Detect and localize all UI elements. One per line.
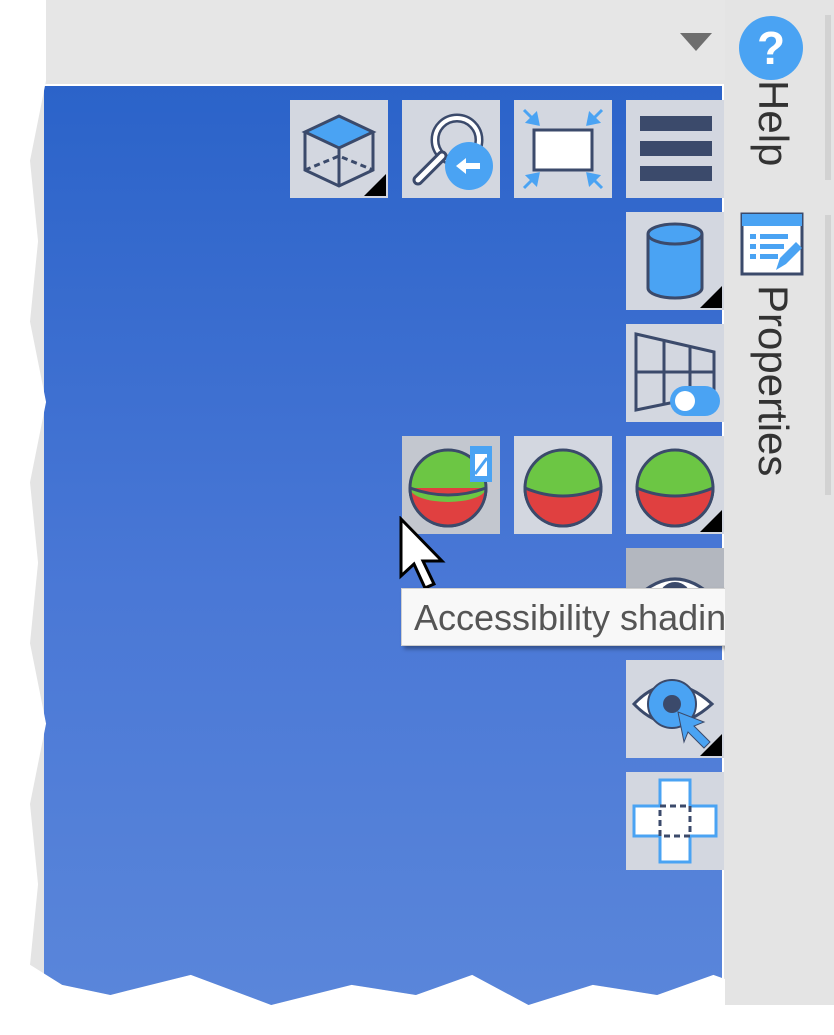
divider	[825, 15, 831, 180]
grid-toggle-button[interactable]	[626, 324, 724, 422]
visibility-select-button[interactable]	[626, 660, 724, 758]
menu-indicator	[700, 734, 722, 756]
zoom-previous-button[interactable]	[402, 100, 500, 198]
section-box-button[interactable]	[626, 772, 724, 870]
mouse-cursor-icon	[399, 516, 446, 590]
section-box-icon	[632, 778, 718, 864]
zoom-extents-button[interactable]	[514, 100, 612, 198]
divider	[825, 215, 831, 495]
menu-indicator	[364, 174, 386, 196]
menu-indicator	[700, 510, 722, 532]
zoom-previous-icon	[412, 113, 493, 190]
tab-help[interactable]: Help	[749, 80, 797, 166]
shaded-sphere-icon	[523, 448, 603, 528]
tab-properties[interactable]: Properties	[749, 285, 797, 476]
menu-button[interactable]	[626, 100, 724, 198]
application-window	[30, 0, 834, 1005]
hamburger-menu-icon	[640, 116, 712, 181]
grid-toggle-icon	[634, 332, 720, 416]
3d-viewport[interactable]	[44, 84, 724, 1005]
menu-indicator	[700, 286, 722, 308]
properties-icon[interactable]	[740, 212, 804, 280]
shading-button[interactable]	[514, 436, 612, 534]
display-objects-button[interactable]	[626, 212, 724, 310]
shading-options-button[interactable]	[626, 436, 724, 534]
dropdown-arrow-icon[interactable]	[680, 33, 712, 51]
view-cube-button[interactable]	[290, 100, 388, 198]
help-icon[interactable]: ?	[739, 16, 803, 80]
zoom-extents-icon	[522, 108, 604, 190]
top-toolbar	[30, 0, 735, 80]
right-sidebar: ? Help Properties	[725, 0, 834, 1005]
